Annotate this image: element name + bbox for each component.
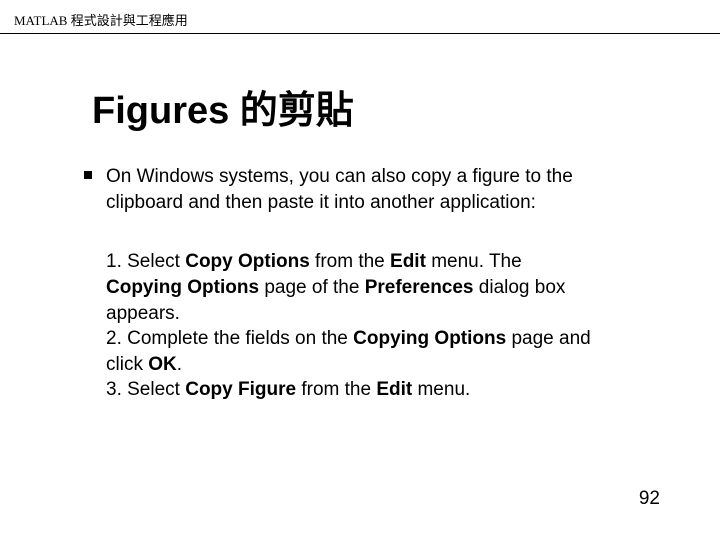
step3-bold-copy-figure: Copy Figure bbox=[185, 379, 296, 400]
slide-title: Figures 的剪貼 bbox=[92, 79, 620, 134]
step1-bold-preferences: Preferences bbox=[365, 277, 474, 298]
step2-bold-ok: OK bbox=[148, 354, 177, 375]
step2-bold-copying-options: Copying Options bbox=[353, 328, 506, 349]
step1-bold-copying-options: Copying Options bbox=[106, 277, 259, 298]
step3-bold-edit: Edit bbox=[376, 379, 412, 400]
slide-content: Figures 的剪貼 On Windows systems, you can … bbox=[0, 34, 620, 403]
step1-mid3: page of the bbox=[259, 277, 365, 298]
step3-suffix: menu. bbox=[412, 379, 470, 400]
step1-prefix: 1. Select bbox=[106, 251, 185, 272]
step2-suffix: . bbox=[177, 354, 182, 375]
step3-prefix: 3. Select bbox=[106, 379, 185, 400]
step1-mid1: from the bbox=[310, 251, 390, 272]
step1-mid2: menu. The bbox=[426, 251, 522, 272]
intro-text: On Windows systems, you can also copy a … bbox=[106, 166, 573, 213]
slide-header: MATLAB 程式設計與工程應用 bbox=[0, 0, 720, 34]
step1-bold-copy-options: Copy Options bbox=[185, 251, 310, 272]
page-number: 92 bbox=[639, 488, 660, 510]
step1-bold-edit: Edit bbox=[390, 251, 426, 272]
steps-block: 1. Select Copy Options from the Edit men… bbox=[92, 249, 592, 403]
intro-paragraph: On Windows systems, you can also copy a … bbox=[92, 164, 620, 215]
step2-prefix: 2. Complete the fields on the bbox=[106, 328, 353, 349]
bullet-icon bbox=[84, 171, 92, 179]
step3-mid1: from the bbox=[296, 379, 376, 400]
